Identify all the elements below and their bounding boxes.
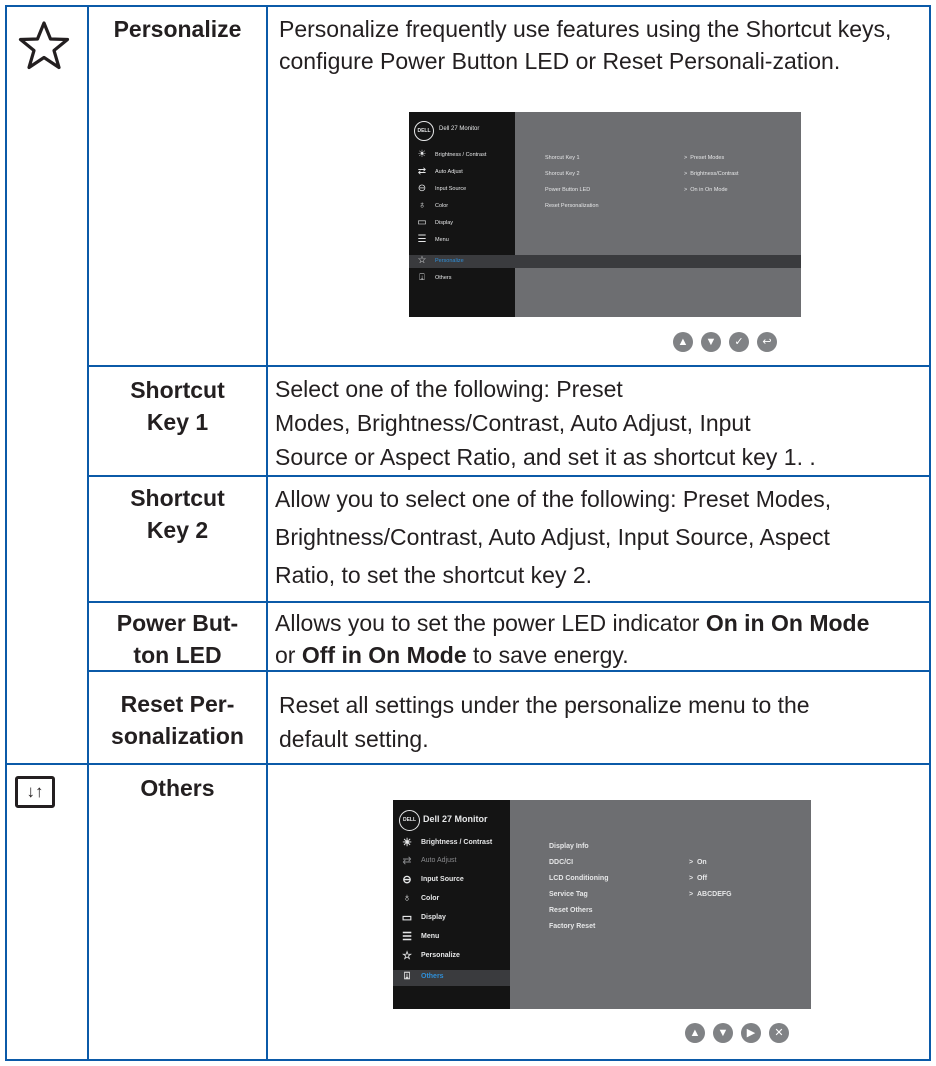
- osd-item: Shorcut Key 1: [545, 155, 580, 161]
- osd-value: > On in On Mode: [684, 187, 728, 193]
- sun-icon: ☀: [402, 837, 412, 849]
- osd-menu-color: ♁ Color: [393, 892, 439, 904]
- osd-menu-menu: ☰ Menu: [393, 930, 439, 943]
- table-border-top: [5, 5, 931, 7]
- row-title-shortcut-key-1: Shortcut Key 1: [130, 377, 225, 435]
- osd-personalize-screenshot: DELL Dell 27 Monitor ☀ Brightness / Contr…: [409, 112, 801, 317]
- osd-menu-personalize: ☆ Personalize: [393, 949, 460, 962]
- row-title-others: Others: [140, 775, 215, 801]
- osd-sidebar: [409, 112, 515, 317]
- osd-item: LCD Conditioning: [549, 875, 609, 882]
- osd-menu-others: ⍗ Others: [393, 971, 444, 982]
- down-button-icon: ▼: [701, 332, 721, 352]
- osd-value: > Off: [689, 875, 708, 882]
- osd-menu-auto-adjust: ⇄ Auto Adjust: [409, 166, 463, 177]
- osd-value: > ABCDEFG: [689, 891, 732, 898]
- menu-icon: ☰: [417, 234, 427, 245]
- row-desc-shortcut-key-2: Allow you to select one of the following…: [275, 486, 832, 588]
- up-button-icon: ▲: [685, 1023, 705, 1043]
- osd-nav-buttons: ▲ ▼ ✓ ↩: [673, 332, 785, 352]
- row-divider: [87, 601, 931, 603]
- auto-adjust-icon: ⇄: [402, 855, 412, 867]
- osd-item: Shorcut Key 2: [545, 171, 580, 177]
- star-icon: ☆: [402, 950, 412, 962]
- osd-menu-display: ▭ Display: [409, 217, 453, 228]
- back-button-icon: ↩: [757, 332, 777, 352]
- osd-menu-color: ♁ Color: [409, 200, 448, 211]
- osd-item: Service Tag: [549, 891, 588, 898]
- right-button-icon: ▶: [741, 1023, 761, 1043]
- row-desc-personalize: Personalize frequently use features usin…: [279, 16, 892, 74]
- osd-item: Power Button LED: [545, 187, 591, 193]
- up-button-icon: ▲: [673, 332, 693, 352]
- table-border-bottom: [5, 1059, 931, 1061]
- osd-value: > Brightness/Contrast: [684, 171, 739, 177]
- others-icon: ⍗: [404, 971, 410, 982]
- column-divider-2: [266, 5, 268, 1061]
- osd-menu-brightness: ☀ Brightness / Contrast: [409, 149, 487, 160]
- osd-nav-buttons: ▲ ▼ ▶ ✕: [685, 1023, 797, 1043]
- row-divider: [87, 475, 931, 477]
- osd-value: > Preset Modes: [684, 155, 725, 161]
- row-desc-shortcut-key-1: Select one of the following: Preset Mode…: [275, 376, 816, 470]
- osd-item: Reset Others: [549, 907, 593, 914]
- exit-button-icon: ✕: [769, 1023, 789, 1043]
- osd-menu-others: ⍗ Others: [409, 272, 451, 283]
- star-icon: ☆: [417, 255, 427, 266]
- osd-menu-display: ▭ Display: [393, 911, 446, 924]
- row-title-personalize: Personalize: [113, 16, 242, 42]
- input-source-icon: ⊖: [417, 183, 427, 194]
- osd-model-name: Dell 27 Monitor: [423, 814, 488, 824]
- color-icon: ♁: [402, 892, 412, 904]
- osd-item: DDC/CI: [549, 859, 574, 866]
- dell-logo: DELL: [399, 810, 420, 831]
- display-icon: ▭: [401, 912, 413, 924]
- table-border-right: [929, 5, 931, 1061]
- osd-menu-personalize: ☆ Personalize: [409, 255, 464, 266]
- osd-item: Display Info: [549, 843, 589, 850]
- star-icon: [18, 21, 70, 70]
- osd-menu-brightness: ☀ Brightness / Contrast: [393, 836, 492, 849]
- osd-menu-input: ⊖ Input Source: [393, 873, 463, 886]
- osd-menu-auto-adjust: ⇄ Auto Adjust: [393, 854, 456, 867]
- dell-logo: DELL: [414, 121, 434, 141]
- osd-others-screenshot: DELL Dell 27 Monitor ☀ Brightness / Contr…: [393, 800, 811, 1009]
- check-button-icon: ✓: [729, 332, 749, 352]
- row-title-power-button-led: Power But-ton LED: [116, 610, 239, 668]
- osd-item: Reset Personalization: [545, 203, 599, 209]
- row-title-reset-personalization: Reset Per-sonalization: [111, 691, 244, 749]
- features-table: Personalize Personalize frequently use f…: [5, 5, 931, 1061]
- row-desc-power-button-led: Allows you to set the power LED indicato…: [275, 610, 870, 668]
- osd-model-name: Dell 27 Monitor: [439, 126, 480, 132]
- others-icon: ⍗: [419, 272, 425, 282]
- down-button-icon: ▼: [713, 1023, 733, 1043]
- row-divider: [87, 365, 931, 367]
- table-border-left: [5, 5, 7, 1061]
- color-icon: ♁: [418, 200, 426, 211]
- osd-menu-input: ⊖ Input Source: [409, 183, 466, 194]
- input-source-icon: ⊖: [402, 874, 412, 886]
- osd-value: > On: [689, 859, 707, 866]
- row-title-shortcut-key-2: Shortcut Key 2: [130, 485, 225, 543]
- osd-item: Factory Reset: [549, 923, 596, 930]
- osd-selected-row: [409, 255, 801, 268]
- auto-adjust-icon: ⇄: [417, 166, 427, 177]
- osd-menu-menu: ☰ Menu: [409, 234, 449, 245]
- row-divider: [5, 763, 931, 765]
- display-icon: ▭: [417, 217, 427, 228]
- menu-icon: ☰: [402, 931, 412, 943]
- others-icon: ↓↑: [15, 776, 55, 808]
- row-desc-reset-personalization: Reset all settings under the personalize…: [279, 692, 810, 752]
- sun-icon: ☀: [417, 149, 427, 160]
